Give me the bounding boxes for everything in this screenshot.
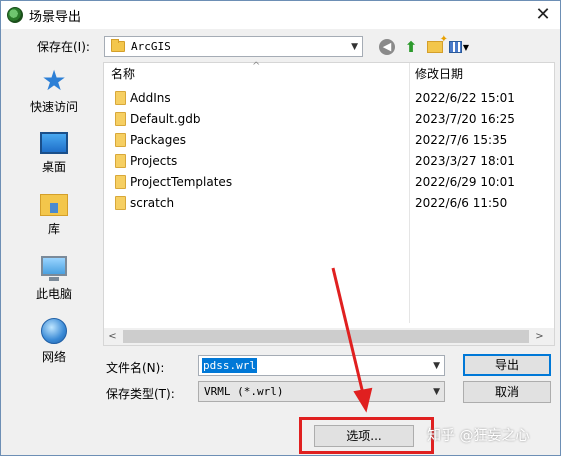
annotation-arrow: [331, 267, 373, 413]
watermark-text: 知乎 @狂妄之心: [427, 428, 530, 444]
